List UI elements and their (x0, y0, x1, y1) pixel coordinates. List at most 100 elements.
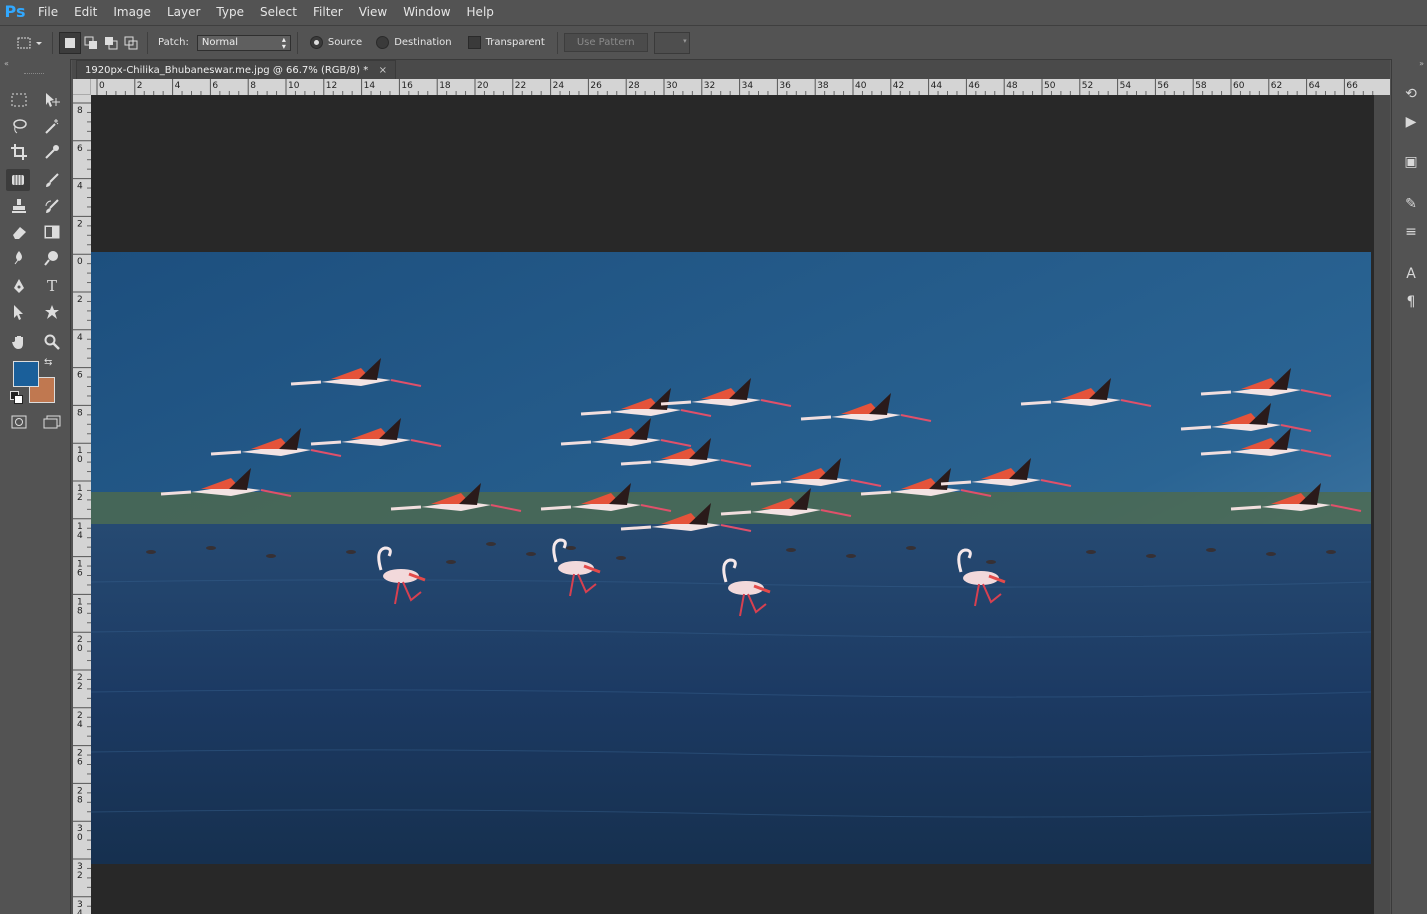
transparent-checkbox[interactable] (467, 36, 481, 49)
ruler-label: 54 (1120, 81, 1132, 91)
adjustments-panel-button[interactable]: ≡ (1400, 221, 1422, 243)
horizontal-ruler[interactable]: 0 2 4 6 8 10 12 14 16 18 20 22 24 26 28 30 32 34 36 38 40 42 4… (91, 79, 1390, 95)
ruler-label: 2 (77, 295, 83, 305)
ruler-label: 0 (77, 257, 83, 267)
zoom-tool[interactable] (40, 331, 64, 353)
menu-select[interactable]: Select (252, 5, 305, 19)
source-radio[interactable] (309, 36, 323, 49)
brush-icon (46, 173, 59, 187)
marquee-tool[interactable] (7, 89, 31, 111)
ruler-label: 50 (1044, 81, 1056, 91)
path-selection-tool[interactable] (7, 301, 31, 323)
menu-image[interactable]: Image (105, 5, 159, 19)
document-title: 1920px-Chilika_Bhubaneswar.me.jpg @ 66.7… (85, 64, 369, 76)
menu-filter[interactable]: Filter (305, 5, 351, 19)
crop-tool[interactable] (7, 141, 31, 163)
tool-preset-picker[interactable] (12, 33, 46, 53)
ruler-label: 0 (77, 455, 83, 465)
default-colors-icon[interactable] (10, 391, 23, 404)
ruler-label: 30 (666, 81, 678, 91)
pattern-picker[interactable]: ▾ (653, 31, 690, 54)
ruler-label: 40 (855, 81, 867, 91)
history-panel-button[interactable]: ⟲ (1400, 83, 1422, 105)
character-panel-button[interactable]: A (1400, 263, 1422, 285)
patch-tool-icon (17, 37, 42, 48)
layers-comp-icon: ▣ (1404, 154, 1418, 170)
blur-tool[interactable] (7, 247, 31, 269)
ruler-label: 14 (364, 81, 376, 91)
subtract-selection-icon (105, 36, 118, 49)
dodge-tool[interactable] (40, 247, 64, 269)
brush-presets-panel-button[interactable]: ✎ (1400, 193, 1422, 215)
ruler-label: 20 (477, 81, 489, 91)
ruler-label: 2 (77, 493, 83, 503)
menu-window[interactable]: Window (395, 5, 458, 19)
canvas-area[interactable] (91, 95, 1390, 914)
actions-panel-button[interactable]: ▶ (1400, 111, 1422, 133)
foreground-color-swatch[interactable] (13, 361, 39, 387)
ruler-label: 8 (77, 408, 83, 418)
eyedropper-tool[interactable] (40, 141, 64, 163)
photoshop-logo[interactable]: Ps (0, 2, 30, 21)
eraser-tool[interactable] (7, 221, 31, 243)
move-tool[interactable] (40, 89, 64, 111)
patch-tool[interactable] (6, 169, 30, 191)
swap-colors-icon[interactable]: ⇆ (44, 357, 52, 368)
pen-icon (14, 279, 24, 293)
menu-file[interactable]: File (30, 5, 66, 19)
layer-comps-panel-button[interactable]: ▣ (1400, 151, 1422, 173)
paragraph-panel-button[interactable]: ¶ (1400, 291, 1422, 313)
shape-tool[interactable] (40, 301, 64, 323)
brush-tool[interactable] (40, 169, 64, 191)
panel-expand-icon[interactable]: » (1419, 59, 1424, 68)
add-selection-button[interactable] (81, 33, 101, 53)
use-pattern-button[interactable]: Use Pattern (563, 33, 648, 52)
hand-tool[interactable] (7, 331, 31, 353)
magic-wand-tool[interactable] (40, 115, 64, 137)
ruler-label: 34 (742, 81, 754, 91)
source-label: Source (327, 37, 363, 48)
type-icon: T (46, 277, 57, 295)
destination-radio[interactable] (376, 36, 390, 49)
vertical-scrollbar[interactable] (1374, 95, 1390, 914)
add-selection-icon (84, 36, 97, 49)
ruler-label: 6 (77, 569, 83, 579)
ruler-label: 46 (968, 81, 980, 91)
pen-tool[interactable] (7, 275, 31, 297)
history-icon: ⟲ (1405, 86, 1417, 102)
quick-mask-button[interactable] (7, 411, 31, 433)
menu-edit[interactable]: Edit (66, 5, 105, 19)
divider (296, 31, 298, 54)
intersect-selection-button[interactable] (121, 33, 141, 53)
intersect-selection-icon (124, 36, 138, 49)
document-image[interactable] (91, 252, 1371, 864)
new-selection-button[interactable] (59, 31, 81, 54)
panel-grip[interactable] (24, 73, 44, 76)
document-tab[interactable]: 1920px-Chilika_Bhubaneswar.me.jpg @ 66.7… (76, 60, 396, 79)
ruler-label: 12 (326, 81, 337, 91)
type-tool[interactable]: T (40, 275, 64, 297)
lasso-tool[interactable] (7, 115, 31, 137)
menu-type[interactable]: Type (208, 5, 252, 19)
menu-layer[interactable]: Layer (159, 5, 208, 19)
patch-mode-select[interactable]: Normal ▴ ▾ (196, 34, 291, 51)
clone-stamp-tool[interactable] (7, 195, 31, 217)
screen-mode-button[interactable] (40, 411, 64, 433)
panel-collapse-icon[interactable]: « (4, 59, 9, 68)
subtract-selection-button[interactable] (101, 33, 121, 53)
gradient-tool[interactable] (40, 221, 64, 243)
history-brush-tool[interactable] (40, 195, 64, 217)
ruler-label: 42 (893, 81, 904, 91)
ruler-label: 4 (77, 531, 83, 541)
vertical-ruler[interactable]: 86420246810121416182022242628303234 (73, 95, 91, 914)
ruler-label: 24 (553, 81, 565, 91)
ruler-label: 4 (175, 81, 181, 91)
close-icon[interactable]: × (379, 65, 387, 76)
vertical-ruler-ticks: 86420246810121416182022242628303234 (73, 102, 91, 914)
menu-help[interactable]: Help (459, 5, 502, 19)
ruler-origin[interactable] (73, 79, 91, 95)
menu-view[interactable]: View (351, 5, 395, 19)
ruler-label: 38 (817, 81, 829, 91)
magic-wand-icon (45, 119, 59, 134)
brush-presets-icon: ✎ (1405, 196, 1417, 212)
